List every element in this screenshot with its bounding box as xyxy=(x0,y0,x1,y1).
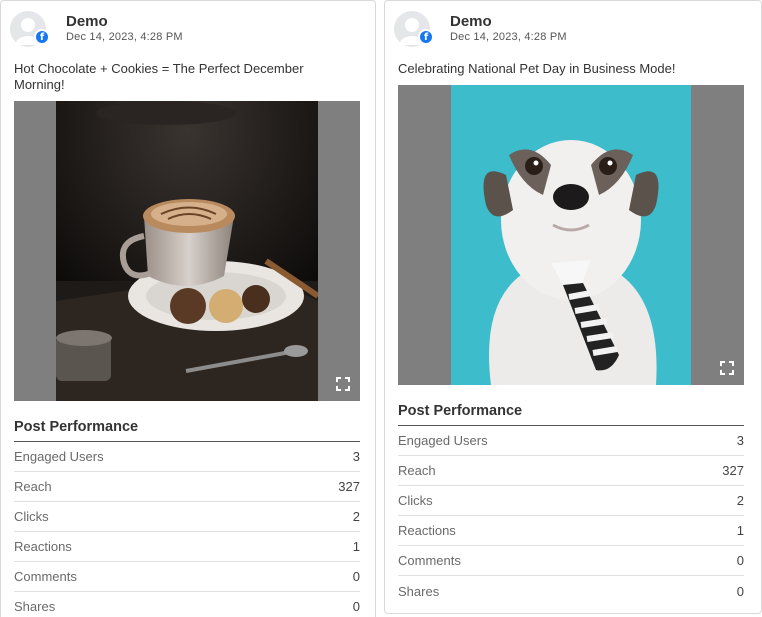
metric-label: Shares xyxy=(398,583,440,599)
expand-icon[interactable] xyxy=(720,361,734,375)
post-performance: Post Performance Engaged Users 3 Reach 3… xyxy=(14,417,360,617)
metric-row-engaged-users: Engaged Users 3 xyxy=(14,442,360,472)
metric-row-shares: Shares 0 xyxy=(398,576,744,606)
expand-icon[interactable] xyxy=(336,377,350,391)
post-header: f Demo Dec 14, 2023, 4:28 PM xyxy=(394,11,734,49)
metric-value: 327 xyxy=(722,463,744,478)
post-timestamp: Dec 14, 2023, 4:28 PM xyxy=(66,31,183,43)
metric-value: 0 xyxy=(352,599,360,614)
metric-row-reactions: Reactions 1 xyxy=(398,516,744,546)
metric-value: 327 xyxy=(338,479,360,494)
metric-value: 2 xyxy=(736,493,744,508)
metric-value: 2 xyxy=(352,509,360,524)
metric-label: Clicks xyxy=(14,509,49,524)
metric-row-reactions: Reactions 1 xyxy=(14,532,360,562)
metric-label: Engaged Users xyxy=(14,449,104,464)
author-name: Demo xyxy=(450,13,492,30)
metric-value: 3 xyxy=(352,449,360,464)
facebook-icon: f xyxy=(418,29,434,45)
post-media[interactable] xyxy=(398,85,744,385)
metric-value: 1 xyxy=(352,539,360,554)
metric-row-engaged-users: Engaged Users 3 xyxy=(398,426,744,456)
metric-label: Reactions xyxy=(14,539,72,554)
author-name: Demo xyxy=(66,13,108,30)
metric-row-comments: Comments 0 xyxy=(398,546,744,576)
metric-label: Reach xyxy=(14,479,52,494)
post-performance: Post Performance Engaged Users 3 Reach 3… xyxy=(398,401,744,606)
post-performance-title: Post Performance xyxy=(14,417,360,442)
post-caption: Hot Chocolate + Cookies = The Perfect De… xyxy=(14,61,304,92)
metric-label: Comments xyxy=(398,553,461,568)
metric-label: Engaged Users xyxy=(398,433,488,448)
metric-row-comments: Comments 0 xyxy=(14,562,360,592)
metric-value: 0 xyxy=(736,553,744,568)
post-performance-title: Post Performance xyxy=(398,401,744,426)
post-media[interactable] xyxy=(14,101,360,401)
metric-row-reach: Reach 327 xyxy=(14,472,360,502)
metric-value: 1 xyxy=(736,523,744,538)
post-timestamp: Dec 14, 2023, 4:28 PM xyxy=(450,31,567,43)
avatar: f xyxy=(394,11,434,49)
post-card: f Demo Dec 14, 2023, 4:28 PM Celebrating… xyxy=(384,0,762,614)
post-image-dog-with-tie xyxy=(451,85,691,385)
metric-label: Comments xyxy=(14,569,77,584)
metric-label: Reactions xyxy=(398,523,456,538)
metric-row-shares: Shares 0 xyxy=(14,592,360,617)
post-caption: Celebrating National Pet Day in Business… xyxy=(398,61,676,76)
avatar: f xyxy=(10,11,50,49)
metric-label: Shares xyxy=(14,599,56,614)
post-image-hot-chocolate xyxy=(56,101,318,401)
metric-label: Clicks xyxy=(398,493,433,508)
metric-row-reach: Reach 327 xyxy=(398,456,744,486)
metric-value: 0 xyxy=(736,583,744,599)
facebook-icon: f xyxy=(34,29,50,45)
metric-value: 0 xyxy=(352,569,360,584)
metric-row-clicks: Clicks 2 xyxy=(14,502,360,532)
post-header: f Demo Dec 14, 2023, 4:28 PM xyxy=(10,11,350,49)
metric-label: Reach xyxy=(398,463,436,478)
metric-value: 3 xyxy=(736,433,744,448)
metric-row-clicks: Clicks 2 xyxy=(398,486,744,516)
post-card: f Demo Dec 14, 2023, 4:28 PM Hot Chocola… xyxy=(0,0,376,617)
